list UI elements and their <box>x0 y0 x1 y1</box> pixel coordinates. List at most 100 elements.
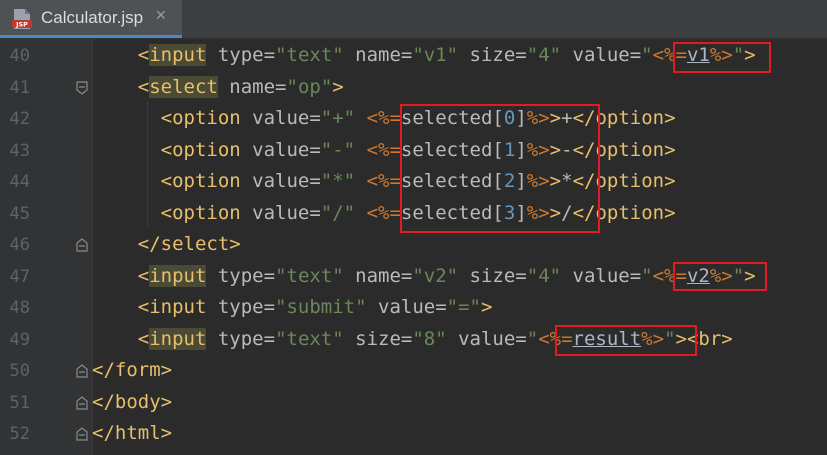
code-token: "submit" <box>275 296 367 318</box>
code-token: value= <box>240 170 321 192</box>
line-number: 51 <box>9 392 30 413</box>
code-token: name= <box>343 264 413 287</box>
highlight-box-result <box>555 325 697 356</box>
code-token: < <box>137 327 150 350</box>
code-token: < <box>137 75 150 98</box>
code-token: "+" <box>320 107 356 129</box>
close-icon[interactable]: ✕ <box>155 8 171 24</box>
code-token: "op" <box>286 75 333 98</box>
code-token: size= <box>343 327 413 350</box>
code-token: "-" <box>320 138 356 161</box>
code-token: "4" <box>526 264 562 287</box>
code-token: value= <box>240 138 321 161</box>
code-text: <select name="op"> <box>92 75 344 98</box>
code-token: > <box>480 296 493 318</box>
code-line[interactable]: 50 </form> <box>0 356 827 388</box>
jsp-icon-label: JSP <box>15 21 28 29</box>
code-text: </html> <box>92 422 172 444</box>
code-text: <input type="submit" value="="> <box>92 296 493 318</box>
code-token: " <box>641 44 653 66</box>
line-number: 47 <box>9 266 30 287</box>
code-token: type= <box>206 327 276 350</box>
code-token: "text" <box>275 327 344 350</box>
code-token: < <box>137 44 150 66</box>
code-line[interactable]: 49 <input type="text" size="8" value="<%… <box>0 325 827 357</box>
code-text: <input type="text" name="v1" size="4" va… <box>92 44 756 66</box>
line-number: 48 <box>9 298 30 318</box>
code-token: "text" <box>275 264 344 287</box>
line-number: 45 <box>9 203 30 224</box>
editor-tab-bar: JSP Calculator.jsp ✕ <box>0 0 827 39</box>
code-token: </select> <box>137 233 241 255</box>
code-token: > <box>332 75 344 98</box>
fold-marker-icon[interactable] <box>75 364 89 378</box>
code-token: name= <box>217 75 287 98</box>
code-token: value= <box>366 296 447 318</box>
code-token: "=" <box>446 296 481 318</box>
code-token: input <box>149 44 207 66</box>
code-token: value= <box>240 201 321 224</box>
code-token: </html> <box>92 422 173 444</box>
line-number: 52 <box>9 424 30 444</box>
fold-marker-icon[interactable] <box>75 395 89 410</box>
code-line[interactable]: 52 </html> <box>0 419 827 451</box>
code-text: </select> <box>92 233 241 255</box>
code-token: <option <box>160 138 241 161</box>
code-editor[interactable]: 40 <input type="text" name="v1" size="4"… <box>0 39 827 455</box>
fold-marker-icon[interactable] <box>75 80 89 95</box>
code-token: value= <box>240 107 321 129</box>
code-token: size= <box>458 264 527 287</box>
code-token: input <box>149 264 207 287</box>
code-token: "*" <box>320 170 356 192</box>
code-line[interactable]: 46 </select> <box>0 230 827 262</box>
code-token: < <box>137 264 150 287</box>
code-token: </body> <box>92 390 173 413</box>
code-token: "text" <box>275 44 344 66</box>
line-number: 46 <box>9 235 30 255</box>
code-token: <option <box>160 201 241 224</box>
code-line[interactable]: 51 </body> <box>0 388 827 420</box>
fold-marker-icon[interactable] <box>75 238 89 252</box>
code-line[interactable]: 48 <input type="submit" value="="> <box>0 293 827 325</box>
line-number: 41 <box>9 77 30 98</box>
code-token: input <box>149 327 207 350</box>
code-token: "v2" <box>412 264 459 287</box>
code-token: <%= <box>366 107 401 129</box>
code-token: <option <box>160 107 241 129</box>
code-token: </form> <box>92 359 173 381</box>
code-token: size= <box>458 44 527 66</box>
tab-calculator-jsp[interactable]: JSP Calculator.jsp ✕ <box>0 0 182 38</box>
highlight-box-v1 <box>673 42 771 73</box>
highlight-box-v2 <box>673 262 767 291</box>
line-number: 40 <box>9 46 30 66</box>
code-token: value= <box>446 327 527 350</box>
code-line[interactable]: 41 <select name="op"> <box>0 73 827 105</box>
code-token: "/" <box>320 201 356 224</box>
line-number: 44 <box>9 172 30 192</box>
fold-marker-icon[interactable] <box>75 427 89 441</box>
code-token: " <box>526 327 539 350</box>
tab-title: Calculator.jsp <box>41 8 144 27</box>
code-token: <%= <box>366 170 401 192</box>
code-token: <input <box>137 296 207 318</box>
code-token: type= <box>206 264 276 287</box>
code-token: <%= <box>366 138 401 161</box>
code-token: value= <box>561 264 642 287</box>
code-token: "4" <box>526 44 562 66</box>
line-number: 43 <box>9 140 30 161</box>
code-text: </form> <box>92 359 172 381</box>
line-number: 50 <box>9 361 30 381</box>
jsp-file-icon: JSP <box>12 9 32 29</box>
code-token: <%= <box>366 201 401 224</box>
